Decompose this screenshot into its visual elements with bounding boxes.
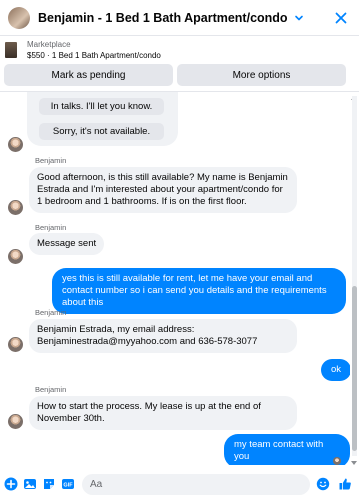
message-input-placeholder: Aa bbox=[90, 479, 103, 490]
chat-title[interactable]: Benjamin - 1 Bed 1 Bath Apartment/condo bbox=[38, 11, 288, 25]
message-bubble[interactable]: Message sent bbox=[29, 233, 105, 255]
quick-reply-not-available[interactable]: Sorry, it's not available. bbox=[39, 123, 164, 140]
avatar bbox=[8, 249, 23, 264]
avatar[interactable] bbox=[8, 6, 30, 29]
marketplace-label: Marketplace bbox=[27, 39, 71, 49]
photo-icon[interactable] bbox=[23, 477, 37, 491]
avatar bbox=[8, 200, 23, 215]
quick-reply-in-talks[interactable]: In talks. I'll let you know. bbox=[39, 98, 164, 115]
sender-name: Benjamin bbox=[35, 156, 67, 165]
listing-actions: Mark as pending More options bbox=[4, 64, 346, 86]
listing-thumbnail bbox=[5, 41, 17, 58]
avatar bbox=[8, 337, 23, 352]
message-bubble-outgoing[interactable]: my team contact with you bbox=[224, 434, 350, 465]
chevron-down-icon[interactable] bbox=[292, 11, 306, 25]
avatar bbox=[8, 137, 23, 152]
add-icon[interactable] bbox=[4, 477, 18, 491]
like-icon[interactable] bbox=[338, 477, 352, 491]
message-bubble[interactable]: How to start the process. My lease is up… bbox=[29, 396, 297, 430]
sticker-icon[interactable] bbox=[42, 477, 56, 491]
gif-icon[interactable]: GIF bbox=[61, 477, 75, 491]
listing-description: $550 · 1 Bed 1 Bath Apartment/condo bbox=[27, 50, 161, 60]
sender-name: Benjamin bbox=[35, 223, 67, 232]
chat-header: Benjamin - 1 Bed 1 Bath Apartment/condo bbox=[0, 0, 359, 36]
more-options-button[interactable]: More options bbox=[177, 64, 346, 86]
seen-indicator-avatar bbox=[333, 457, 341, 465]
message-bubble-outgoing[interactable]: yes this is still available for rent, le… bbox=[52, 268, 346, 314]
emoji-icon[interactable] bbox=[316, 477, 330, 491]
svg-text:GIF: GIF bbox=[63, 483, 73, 489]
sender-name: Benjamin bbox=[35, 308, 67, 317]
close-icon[interactable] bbox=[333, 10, 349, 26]
message-bubble[interactable]: Benjamin Estrada, my email address: Benj… bbox=[29, 319, 297, 353]
message-input[interactable]: Aa bbox=[82, 474, 310, 495]
message-bubble[interactable]: Good afternoon, is this still available?… bbox=[29, 167, 297, 213]
avatar bbox=[8, 414, 23, 429]
conversation-area[interactable]: In talks. I'll let you know. Sorry, it's… bbox=[0, 92, 350, 465]
scrollbar[interactable] bbox=[352, 96, 357, 456]
marketplace-listing[interactable]: Marketplace $550 · 1 Bed 1 Bath Apartmen… bbox=[0, 37, 359, 62]
sender-name: Benjamin bbox=[35, 385, 67, 394]
message-bubble-outgoing[interactable]: ok bbox=[321, 359, 350, 381]
scroll-down-icon[interactable] bbox=[350, 458, 358, 465]
mark-as-pending-button[interactable]: Mark as pending bbox=[4, 64, 173, 86]
scrollbar-thumb[interactable] bbox=[352, 286, 357, 451]
message-composer: GIF Aa bbox=[0, 472, 359, 500]
